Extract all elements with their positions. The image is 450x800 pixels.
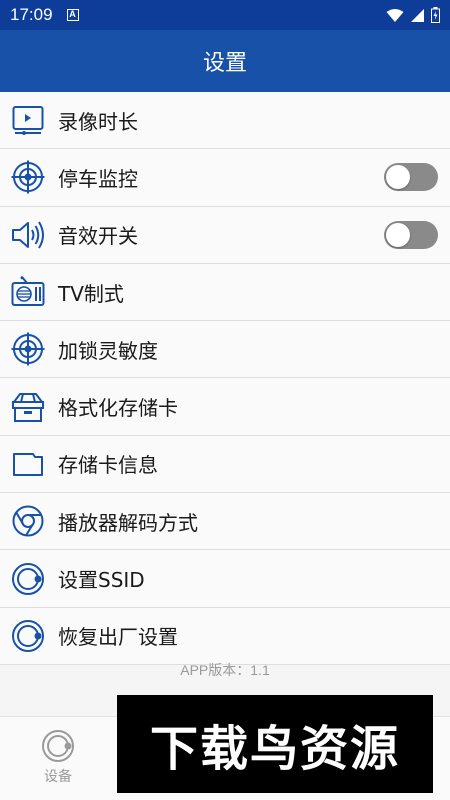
setting-ssid[interactable]: 设置SSID bbox=[0, 550, 450, 608]
setting-label: 停车监控 bbox=[58, 166, 138, 191]
signal-icon bbox=[411, 8, 424, 22]
nav-device-tab[interactable]: 设备 bbox=[38, 729, 78, 786]
target-icon bbox=[11, 160, 45, 194]
target-icon bbox=[11, 332, 45, 366]
battery-icon bbox=[431, 7, 440, 23]
setting-factory-reset[interactable]: 恢复出厂设置 bbox=[0, 607, 450, 665]
toggle-knob bbox=[386, 222, 410, 247]
settings-list: 录像时长 停车监控 音效开关 TV制式 加锁灵敏度 格式化存储卡 存储卡信息 播… bbox=[0, 92, 450, 665]
ring-dot-icon bbox=[11, 562, 45, 596]
sd-card-icon bbox=[11, 447, 45, 481]
setting-label: 设置SSID bbox=[58, 568, 145, 593]
status-time: 17:09 bbox=[10, 5, 53, 24]
notification-a-icon: A bbox=[66, 9, 79, 21]
speaker-icon bbox=[11, 218, 45, 252]
status-bar: 17:09 A bbox=[0, 0, 450, 30]
setting-card-info[interactable]: 存储卡信息 bbox=[0, 435, 450, 494]
setting-label: 格式化存储卡 bbox=[58, 396, 178, 421]
setting-parking-monitor[interactable]: 停车监控 bbox=[0, 149, 450, 207]
setting-lock-sensitivity[interactable]: 加锁灵敏度 bbox=[0, 321, 450, 379]
app-bar: 设置 bbox=[0, 30, 450, 92]
video-duration-icon bbox=[11, 103, 45, 137]
ring-dot-icon bbox=[11, 619, 45, 653]
setting-video-duration[interactable]: 录像时长 bbox=[0, 92, 450, 150]
watermark-banner: 下载鸟资源 bbox=[117, 695, 433, 793]
setting-label: 录像时长 bbox=[58, 109, 138, 134]
device-icon bbox=[42, 730, 74, 762]
tv-icon bbox=[11, 275, 45, 309]
setting-player-decoding[interactable]: 播放器解码方式 bbox=[0, 493, 450, 551]
nav-device-label: 设备 bbox=[44, 769, 72, 785]
setting-label: 音效开关 bbox=[58, 224, 138, 249]
box-icon bbox=[11, 390, 45, 424]
setting-label: 存储卡信息 bbox=[58, 453, 158, 478]
setting-format-card[interactable]: 格式化存储卡 bbox=[0, 378, 450, 436]
setting-tv-system[interactable]: TV制式 bbox=[0, 263, 450, 322]
setting-label: 播放器解码方式 bbox=[58, 510, 198, 535]
setting-sound-effect[interactable]: 音效开关 bbox=[0, 206, 450, 264]
watermark-text: 下载鸟资源 bbox=[149, 721, 400, 777]
setting-label: 恢复出厂设置 bbox=[58, 625, 178, 650]
setting-label: 加锁灵敏度 bbox=[58, 338, 158, 363]
app-version: APP版本：1.1 bbox=[180, 662, 270, 678]
toggle-knob bbox=[386, 165, 410, 190]
parking-monitor-toggle[interactable] bbox=[384, 163, 438, 192]
sound-effect-toggle[interactable] bbox=[384, 220, 438, 249]
status-icons bbox=[386, 7, 440, 23]
chrome-icon bbox=[11, 504, 45, 538]
wifi-icon bbox=[386, 8, 404, 22]
setting-label: TV制式 bbox=[58, 281, 124, 306]
page-title: 设置 bbox=[202, 51, 247, 76]
